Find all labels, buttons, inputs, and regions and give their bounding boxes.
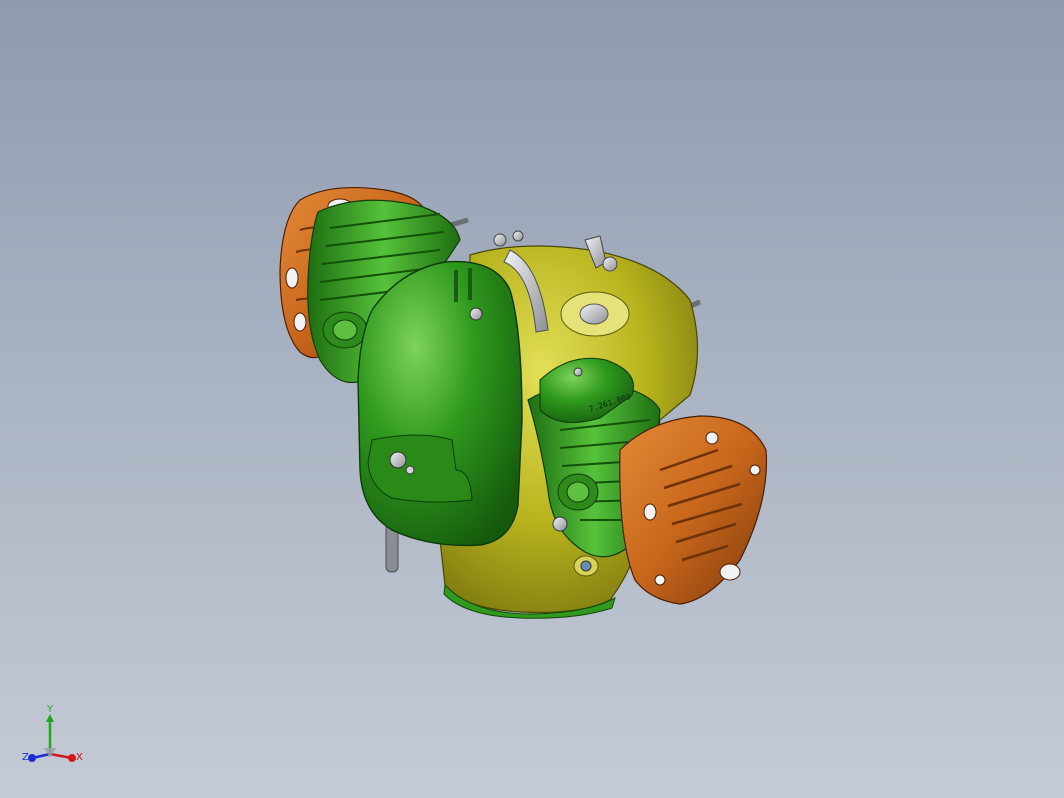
triad-z-axis <box>28 752 51 762</box>
right-cylinder-head[interactable] <box>619 415 768 605</box>
triad-x-label: X <box>76 752 83 763</box>
triad-x-axis <box>49 752 76 762</box>
graphics-viewport[interactable]: 7.261.003 Y X Z <box>0 0 1064 798</box>
triad-y-label: Y <box>46 704 54 715</box>
triad-z-label: Z <box>22 752 29 763</box>
front-cover[interactable] <box>357 260 523 547</box>
coordinate-triad[interactable]: Y X Z <box>14 702 94 782</box>
engine-model[interactable]: 7.261.003 <box>0 0 1064 798</box>
